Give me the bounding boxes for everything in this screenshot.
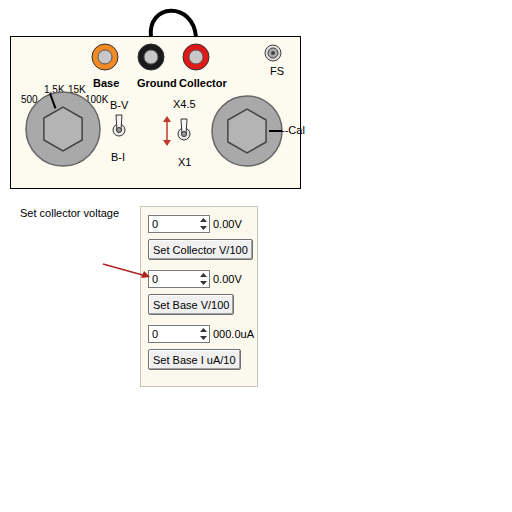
annotation-text: Set collector voltage <box>20 207 512 220</box>
cal-label: --Cal <box>281 124 305 137</box>
value-spinner[interactable]: 0 <box>148 325 210 343</box>
reading-label: 0.00V <box>213 273 242 285</box>
mode-toggle[interactable] <box>111 113 127 147</box>
control-group: 0 0.00V Set Base V/100 <box>148 270 257 315</box>
value-spinner[interactable]: 0 <box>148 270 210 288</box>
set-button[interactable]: Set Collector V/100 <box>148 239 253 260</box>
mode-top-label: B-V <box>110 99 128 112</box>
jack-label: Ground <box>137 77 177 90</box>
spinner-value[interactable]: 0 <box>152 328 158 340</box>
spinner-value[interactable]: 0 <box>152 273 158 285</box>
spinner-row: 0 0.00V <box>148 215 257 233</box>
fs-label: FS <box>270 65 284 78</box>
spinner-row: 0 0.00V <box>148 270 257 288</box>
jack-terminal[interactable] <box>181 42 211 72</box>
control-panel: 0 0.00V Set Collector V/100 0 0.00V Set Base … <box>140 206 258 387</box>
gain-toggle[interactable] <box>176 117 192 151</box>
set-button[interactable]: Set Base I uA/10 <box>148 349 241 370</box>
control-group: 0 0.00V Set Collector V/100 <box>148 215 257 260</box>
reading-label: 0.00V <box>213 218 242 230</box>
set-button[interactable]: Set Base V/100 <box>148 294 234 315</box>
spinner-arrows-icon[interactable] <box>200 328 207 340</box>
jack-label: Collector <box>179 77 227 90</box>
spinner-arrows-icon[interactable] <box>200 218 207 230</box>
value-spinner[interactable]: 0 <box>148 215 210 233</box>
fs-jack[interactable] <box>264 44 282 62</box>
jack-terminal[interactable] <box>90 42 120 72</box>
range-knob[interactable] <box>23 89 103 169</box>
instrument-panel: BaseGroundCollectorFS5001.5K15K100KB-VB-… <box>10 36 301 189</box>
cal-knob[interactable] <box>209 93 285 169</box>
spinner-arrows-icon[interactable] <box>200 273 207 285</box>
jack-label: Base <box>93 77 119 90</box>
jumper-wire <box>139 7 199 47</box>
gain-top-label: X4.5 <box>173 98 196 111</box>
control-group: 0 000.0uA Set Base I uA/10 <box>148 325 257 370</box>
spinner-row: 0 000.0uA <box>148 325 257 343</box>
mode-bottom-label: B-I <box>111 151 125 164</box>
spinner-value[interactable]: 0 <box>152 218 158 230</box>
annotation-arrow-icon <box>0 36 512 512</box>
jack-terminal[interactable] <box>136 42 166 72</box>
gain-bottom-label: X1 <box>178 156 191 169</box>
updown-arrow-icon <box>162 116 172 146</box>
reading-label: 000.0uA <box>213 328 254 340</box>
